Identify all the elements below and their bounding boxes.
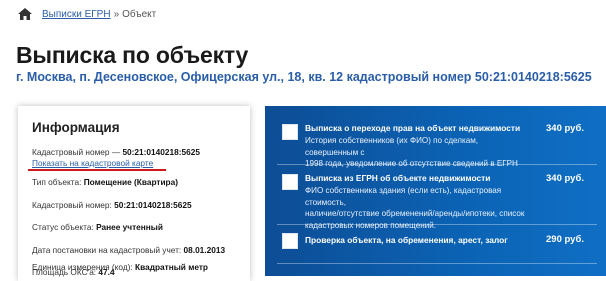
offer-title: Выписка из ЕГРН об объекте недвижимости [305, 173, 491, 183]
registration-date-line: Дата постановки на кадастровый учет: 08.… [32, 245, 225, 255]
status-line: Статус объекта: Ранее учтенный [32, 222, 163, 232]
show-on-map-link[interactable]: Показать на кадастровой карте [32, 158, 153, 168]
cadastral-number-line: Кадастровый номер — 50:21:0140218:5625 [32, 147, 200, 157]
status-label: Статус объекта: [32, 222, 97, 232]
cadastral-value: 50:21:0140218:5625 [122, 147, 200, 157]
registration-date-value: 08.01.2013 [183, 245, 226, 255]
offer-description-line: ФИО собственника здания (если есть), кад… [305, 186, 502, 207]
info-title: Информация [32, 120, 120, 135]
offer-description-line: кадастровых номеров помещений. [305, 220, 436, 230]
breadcrumb: Выписки ЕГРН » Объект [18, 8, 156, 20]
offer-description-line: наличие/отсутствие обременений/аренды/ип… [305, 209, 525, 218]
cadastral-number-line-2: Кадастровый номер: 50:21:0140218:5625 [32, 200, 192, 210]
page-title: Выписка по объекту [16, 42, 249, 68]
cadastral-label: Кадастровый номер — [32, 147, 123, 157]
registration-date-label: Дата постановки на кадастровый учет: [32, 245, 184, 255]
cadastral2-label: Кадастровый номер: [32, 200, 115, 210]
offer-divider [277, 224, 597, 225]
home-icon[interactable] [18, 8, 32, 20]
cadastral2-value: 50:21:0140218:5625 [114, 200, 192, 210]
offer-title: Выписка о переходе прав на объект недвиж… [305, 123, 521, 133]
breadcrumb-separator: » [113, 8, 120, 20]
offer-checkbox[interactable] [282, 124, 298, 140]
breadcrumb-link-egrn[interactable]: Выписки ЕГРН [42, 9, 111, 20]
info-panel: Информация Кадастровый номер — 50:21:014… [18, 106, 250, 281]
object-type-value: Помещение (Квартира) [83, 177, 179, 187]
object-type-line: Тип объекта: Помещение (Квартира) [32, 177, 178, 187]
offer-checkbox[interactable] [282, 233, 298, 249]
offer-price: 340 руб. [546, 123, 584, 134]
offer-price: 340 руб. [546, 173, 584, 184]
object-type-label: Тип объекта: [32, 177, 84, 187]
red-highlight-underline [28, 169, 166, 171]
offer-price: 290 руб. [546, 234, 584, 245]
object-address-subtitle: г. Москва, п. Десеновское, Офицерская ул… [16, 70, 592, 84]
offer-divider [277, 263, 597, 264]
offer-checkbox[interactable] [282, 174, 298, 190]
offer-divider [277, 164, 597, 165]
offers-panel: Выписка о переходе прав на объект недвиж… [265, 106, 606, 276]
offer-description-line: История собственников (их ФИО) по сделка… [305, 136, 479, 157]
status-value: Ранее учтенный [96, 222, 163, 232]
offer-title: Проверка объекта, на обременения, арест,… [305, 235, 508, 245]
breadcrumb-current: Объект [122, 8, 157, 20]
